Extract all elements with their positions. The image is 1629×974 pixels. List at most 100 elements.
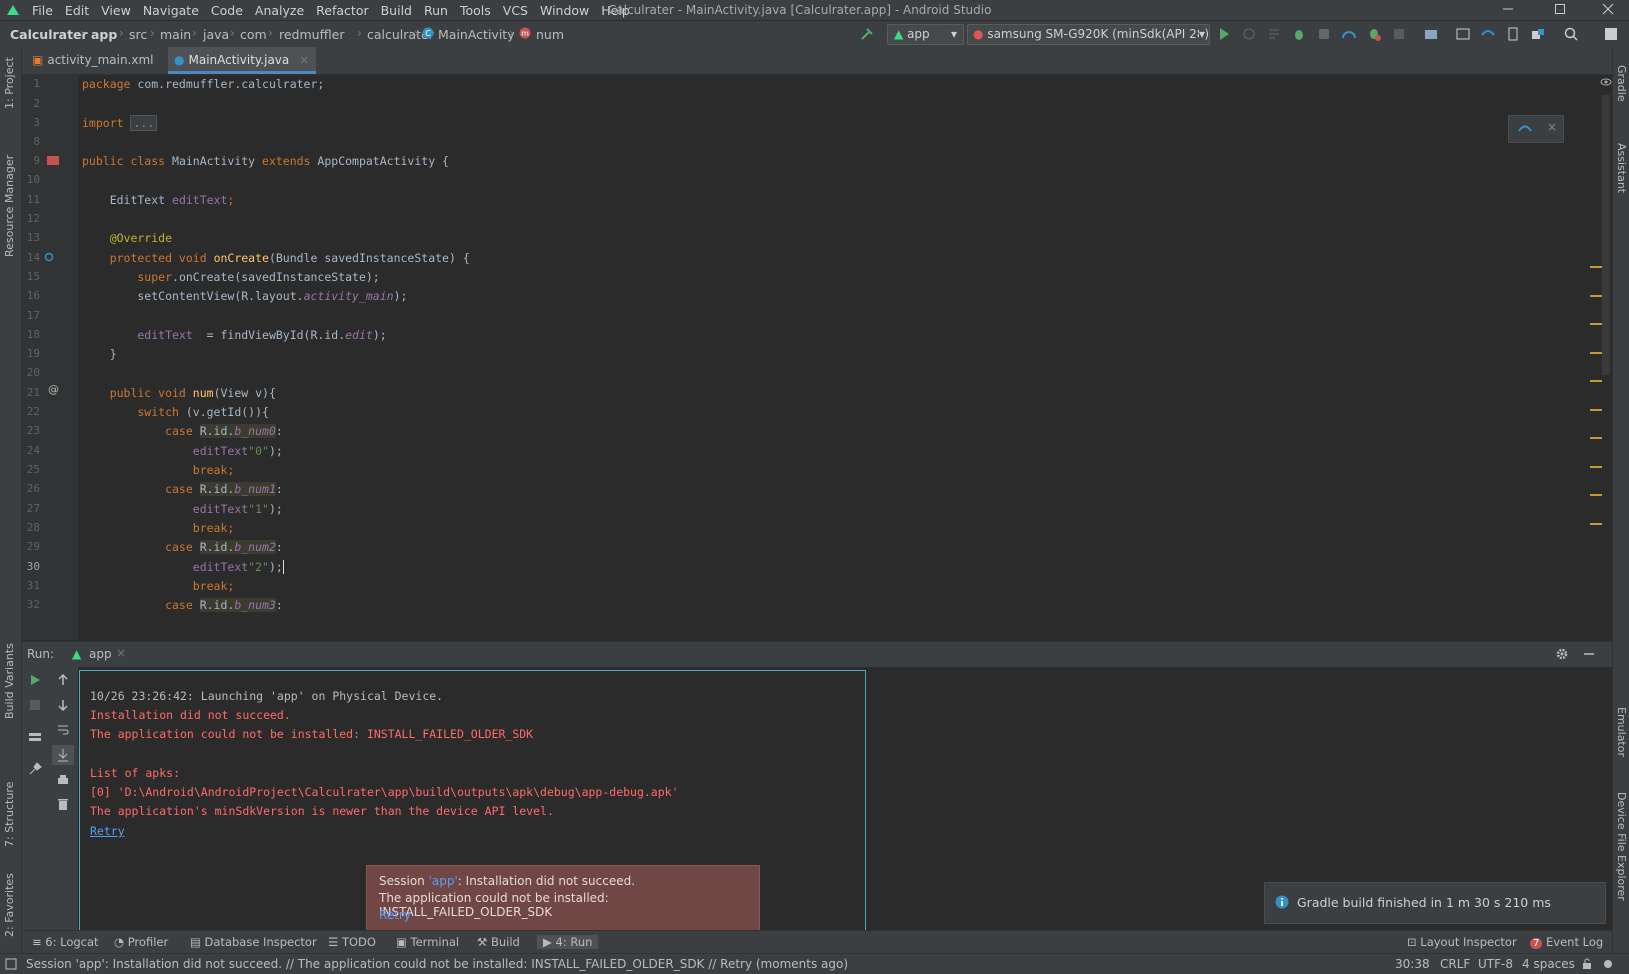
breadcrumb-redmuffler[interactable]: redmuffler xyxy=(279,27,345,42)
run-config-select[interactable]: ▲ app ▾ xyxy=(887,24,964,45)
rerun-icon[interactable] xyxy=(28,673,42,687)
sdk-manager-icon[interactable] xyxy=(1529,25,1547,43)
inspector-icon[interactable] xyxy=(1602,958,1614,970)
breadcrumb-main[interactable]: main xyxy=(160,27,191,42)
build-variants-tool-button[interactable]: Build Variants xyxy=(3,643,16,719)
device-manager-icon[interactable] xyxy=(1504,25,1522,43)
sync-gradle-icon[interactable] xyxy=(1517,121,1533,137)
warning-marker[interactable] xyxy=(1590,266,1602,268)
run-icon[interactable] xyxy=(1215,25,1233,43)
warning-marker[interactable] xyxy=(1590,295,1602,297)
close-tab-icon[interactable]: × xyxy=(116,646,126,660)
print-icon[interactable] xyxy=(56,773,70,787)
popup-retry-link[interactable]: Retry xyxy=(379,908,411,922)
project-tool-button[interactable]: 1: Project xyxy=(3,57,16,109)
stop-icon[interactable] xyxy=(1390,25,1408,43)
close-icon[interactable]: × xyxy=(1547,120,1557,134)
onclick-reference-icon[interactable]: @ xyxy=(48,383,59,396)
layout-inspector-tool-button[interactable]: ⊡ Layout Inspector xyxy=(1407,935,1517,949)
hammer-icon[interactable] xyxy=(858,25,876,43)
menu-build[interactable]: Build xyxy=(381,3,412,18)
status-message[interactable]: Session 'app': Installation did not succ… xyxy=(26,957,848,971)
profile-icon[interactable] xyxy=(1340,25,1358,43)
search-icon[interactable] xyxy=(1562,25,1580,43)
database-inspector-tool-button[interactable]: ▤ Database Inspector xyxy=(190,935,317,949)
menu-analyze[interactable]: Analyze xyxy=(255,3,304,18)
menu-run[interactable]: Run xyxy=(424,3,448,18)
code-editor[interactable]: package com.redmuffler.calculrater; impo… xyxy=(78,75,1603,640)
terminal-tool-button[interactable]: ▣ Terminal xyxy=(396,935,459,949)
emulator-tool-button[interactable]: Emulator xyxy=(1615,707,1628,757)
warning-marker[interactable] xyxy=(1590,409,1602,411)
tab-activity-main-xml[interactable]: ▣activity_main.xml × xyxy=(28,47,164,93)
tool-windows-icon[interactable] xyxy=(5,958,17,970)
build-tool-button[interactable]: ⚒ Build xyxy=(477,935,520,949)
eye-icon[interactable] xyxy=(1600,77,1612,87)
scroll-to-end-button[interactable] xyxy=(52,745,74,765)
apply-code-changes-icon[interactable] xyxy=(1265,25,1283,43)
debug-icon[interactable] xyxy=(1290,25,1308,43)
run-tab-app[interactable]: app xyxy=(89,647,112,661)
warning-marker[interactable] xyxy=(1590,523,1602,525)
assistant-tool-button[interactable]: Assistant xyxy=(1615,143,1628,193)
structure-tool-button[interactable]: 7: Structure xyxy=(3,782,16,847)
folded-imports[interactable]: ... xyxy=(130,115,158,131)
todo-tool-button[interactable]: ☰ TODO xyxy=(328,935,376,949)
apply-changes-icon[interactable] xyxy=(1240,25,1258,43)
menu-navigate[interactable]: Navigate xyxy=(143,3,199,18)
menu-window[interactable]: Window xyxy=(540,3,589,18)
menu-vcs[interactable]: VCS xyxy=(503,3,528,18)
tab-mainactivity-java[interactable]: ● MainActivity.java × xyxy=(168,47,316,74)
pin-icon[interactable] xyxy=(28,762,42,776)
warning-marker[interactable] xyxy=(1590,437,1602,439)
caret-position[interactable]: 30:38 xyxy=(1395,957,1430,971)
scroll-to-end-icon[interactable] xyxy=(56,748,70,762)
gradle-sync-notice[interactable]: × xyxy=(1508,115,1564,143)
menu-view[interactable]: View xyxy=(101,3,131,18)
breadcrumb-class[interactable]: MainActivity xyxy=(438,27,515,42)
close-tab-icon[interactable]: × xyxy=(299,53,309,67)
menu-code[interactable]: Code xyxy=(211,3,243,18)
hide-panel-icon[interactable] xyxy=(1582,647,1596,661)
line-separator[interactable]: CRLF xyxy=(1440,957,1470,971)
avd-manager-icon[interactable] xyxy=(1454,25,1472,43)
breadcrumb-src[interactable]: src xyxy=(129,27,147,42)
warning-marker[interactable] xyxy=(1590,380,1602,382)
indent-setting[interactable]: 4 spaces xyxy=(1522,957,1575,971)
coverage-icon[interactable] xyxy=(1315,25,1333,43)
layout-icon[interactable] xyxy=(28,730,42,744)
arrow-down-icon[interactable] xyxy=(56,698,70,712)
close-icon[interactable] xyxy=(1601,2,1615,16)
soft-wrap-icon[interactable] xyxy=(56,723,70,737)
file-encoding[interactable]: UTF-8 xyxy=(1478,957,1513,971)
trash-icon[interactable] xyxy=(56,797,70,811)
breadcrumb-project[interactable]: Calculrater xyxy=(10,27,88,42)
override-method-icon[interactable] xyxy=(44,250,56,262)
project-structure-icon[interactable] xyxy=(1422,25,1440,43)
device-select[interactable]: ● samsung SM-G920K (minSdk(API 28) ▾ xyxy=(967,24,1210,45)
run-tool-button[interactable]: ▶ 4: Run xyxy=(537,935,599,949)
breadcrumb-method[interactable]: num xyxy=(536,27,564,42)
logcat-tool-button[interactable]: ≡ 6: Logcat xyxy=(32,935,99,949)
stop-icon[interactable] xyxy=(28,698,42,712)
minimize-icon[interactable] xyxy=(1501,2,1515,16)
arrow-up-icon[interactable] xyxy=(56,673,70,687)
gradle-tool-button[interactable]: Gradle xyxy=(1615,65,1628,102)
gradle-build-notification[interactable]: Gradle build finished in 1 m 30 s 210 ms xyxy=(1264,882,1606,924)
menu-tools[interactable]: Tools xyxy=(460,3,491,18)
editor-scrollbar[interactable] xyxy=(1600,75,1612,640)
gear-icon[interactable] xyxy=(1555,647,1569,661)
breadcrumb-module[interactable]: app xyxy=(91,27,117,42)
warning-marker[interactable] xyxy=(1590,466,1602,468)
menu-edit[interactable]: Edit xyxy=(65,3,89,18)
warning-marker[interactable] xyxy=(1590,494,1602,496)
attach-debugger-icon[interactable] xyxy=(1365,25,1383,43)
warning-marker[interactable] xyxy=(1590,323,1602,325)
account-icon[interactable] xyxy=(1602,25,1620,43)
menu-file[interactable]: File xyxy=(32,3,53,18)
event-log-tool-button[interactable]: 7 Event Log xyxy=(1530,935,1603,949)
maximize-icon[interactable] xyxy=(1553,2,1567,16)
retry-link[interactable]: Retry xyxy=(90,824,125,838)
scrollbar-thumb[interactable] xyxy=(1602,95,1610,375)
breadcrumb-com[interactable]: com xyxy=(240,27,267,42)
